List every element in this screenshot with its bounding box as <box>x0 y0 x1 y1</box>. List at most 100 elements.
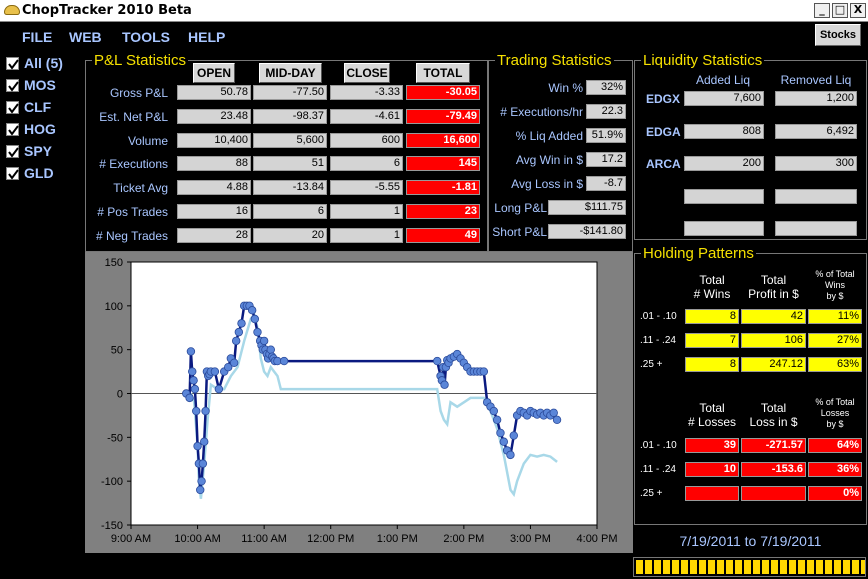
exchange-label: ARCA <box>646 157 681 171</box>
column-header[interactable]: TOTAL <box>416 63 470 83</box>
ticker-label[interactable]: GLD <box>24 165 54 181</box>
date-range-label: 7/19/2011 to 7/19/2011 <box>634 528 867 554</box>
title-bar: ChopTracker 2010 Beta _ □ X <box>0 0 868 22</box>
trading-row-label: Win % <box>548 81 583 95</box>
menu-help[interactable]: HELP <box>188 29 225 45</box>
added-liq-cell: 7,600 <box>684 91 764 106</box>
ticker-checkbox[interactable] <box>6 57 19 70</box>
trading-value-cell: -8.7 <box>586 176 626 191</box>
data-point-marker <box>552 415 562 424</box>
ticker-label[interactable]: SPY <box>24 143 52 159</box>
pl-value-cell: 600 <box>330 132 403 148</box>
holding-value-cell: 42 <box>741 309 806 324</box>
pl-value-cell: -1.81 <box>406 180 480 196</box>
menu-web[interactable]: WEB <box>69 29 102 45</box>
trading-value-cell: 22.3 <box>586 104 626 119</box>
data-point-marker <box>229 358 239 368</box>
menu-tools[interactable]: TOOLS <box>122 29 170 45</box>
ticker-label[interactable]: All (5) <box>24 55 63 71</box>
holding-value-cell: 64% <box>808 438 862 453</box>
maximize-button[interactable]: □ <box>832 3 848 18</box>
data-point-marker <box>188 367 197 376</box>
holding-value-cell: 8 <box>685 309 739 324</box>
close-button[interactable]: X <box>850 3 866 18</box>
data-point-marker <box>210 367 220 376</box>
data-point-marker <box>185 393 194 403</box>
pl-value-cell: 1 <box>330 204 403 219</box>
pl-value-cell: 20 <box>253 227 327 243</box>
holding-patterns-title: Holding Patterns <box>641 245 756 262</box>
data-point-marker <box>197 476 206 486</box>
trading-value-cell: $111.75 <box>548 200 626 215</box>
holding-column-header: Total Profit in $ <box>748 273 799 301</box>
holding-value-cell: 8 <box>685 357 739 372</box>
exchange-label: EDGX <box>646 92 681 106</box>
trading-statistics-title: Trading Statistics <box>495 52 614 69</box>
added-liq-cell: 808 <box>684 123 764 139</box>
trading-row-label: Long P&L <box>494 201 547 215</box>
data-point-marker <box>440 380 449 389</box>
holding-column-header: Total Loss in $ <box>749 401 798 429</box>
ticker-checkbox[interactable] <box>6 167 19 180</box>
trading-row-label: # Executions/hr <box>500 105 583 119</box>
data-point-marker <box>253 327 262 337</box>
menu-bar: FILE WEB TOOLS HELP <box>0 22 868 50</box>
x-tick-label: 1:00 PM <box>377 533 418 545</box>
x-tick-label: 3:00 PM <box>510 533 551 545</box>
trading-row-label: Avg Loss in $ <box>511 177 583 191</box>
menu-file[interactable]: FILE <box>22 29 52 45</box>
added-liq-header: Added Liq <box>695 73 751 87</box>
pl-value-cell: 23 <box>406 204 480 219</box>
check-icon <box>8 59 19 70</box>
holding-value-cell: 247.12 <box>741 357 806 372</box>
holding-range-label: .11 - .24 <box>640 335 676 346</box>
pl-statistics-title: P&L Statistics <box>92 52 188 69</box>
removed-liq-cell: 300 <box>775 156 857 171</box>
ticker-checkbox[interactable] <box>6 145 19 158</box>
progress-bar <box>633 557 866 577</box>
holding-value-cell: 10 <box>685 462 739 477</box>
pl-value-cell: -79.49 <box>406 108 480 124</box>
holding-value-cell: 39 <box>685 438 739 453</box>
holding-value-cell: 63% <box>808 357 862 372</box>
holding-value-cell: 7 <box>685 333 739 348</box>
pl-value-cell: 16 <box>177 204 251 219</box>
data-point-marker <box>201 406 210 416</box>
pl-value-cell: 88 <box>177 156 251 172</box>
data-point-marker <box>433 356 442 366</box>
data-point-marker <box>266 345 275 354</box>
y-tick-label: 100 <box>105 301 123 313</box>
check-icon <box>8 147 19 158</box>
pl-row-label: # Neg Trades <box>95 228 168 243</box>
column-header[interactable]: CLOSE <box>344 63 390 83</box>
stocks-button[interactable]: Stocks <box>815 24 861 46</box>
holding-value-cell: -153.6 <box>741 462 806 477</box>
data-point-marker <box>190 384 200 394</box>
holding-value-cell: 27% <box>808 333 862 348</box>
pl-value-cell: 28 <box>177 227 251 243</box>
ticker-label[interactable]: HOG <box>24 121 56 137</box>
column-header[interactable]: OPEN <box>193 63 235 83</box>
ticker-label[interactable]: CLF <box>24 99 51 115</box>
pl-row-label: # Executions <box>99 157 168 172</box>
ticker-label[interactable]: MOS <box>24 77 56 93</box>
ticker-checkbox[interactable] <box>6 101 19 114</box>
data-point-marker <box>193 441 202 451</box>
pl-value-cell: 5,600 <box>253 132 327 148</box>
holding-value-cell: 106 <box>741 333 806 348</box>
added-liq-cell: 200 <box>684 156 764 171</box>
data-point-marker <box>200 437 209 446</box>
data-point-marker <box>214 384 224 394</box>
x-tick-label: 2:00 PM <box>443 533 484 545</box>
ticker-checkbox[interactable] <box>6 123 19 136</box>
pl-row-label: Est. Net P&L <box>99 109 168 124</box>
data-point-marker <box>192 406 201 416</box>
data-point-marker <box>237 319 246 328</box>
column-header[interactable]: MID-DAY <box>259 63 322 83</box>
ticker-checkbox[interactable] <box>6 79 19 92</box>
minimize-button[interactable]: _ <box>814 3 830 18</box>
holding-range-label: .01 - .10 <box>640 440 677 451</box>
app-logo-icon <box>4 5 20 15</box>
x-tick-label: 12:00 PM <box>307 533 354 545</box>
data-point-marker <box>196 485 205 495</box>
